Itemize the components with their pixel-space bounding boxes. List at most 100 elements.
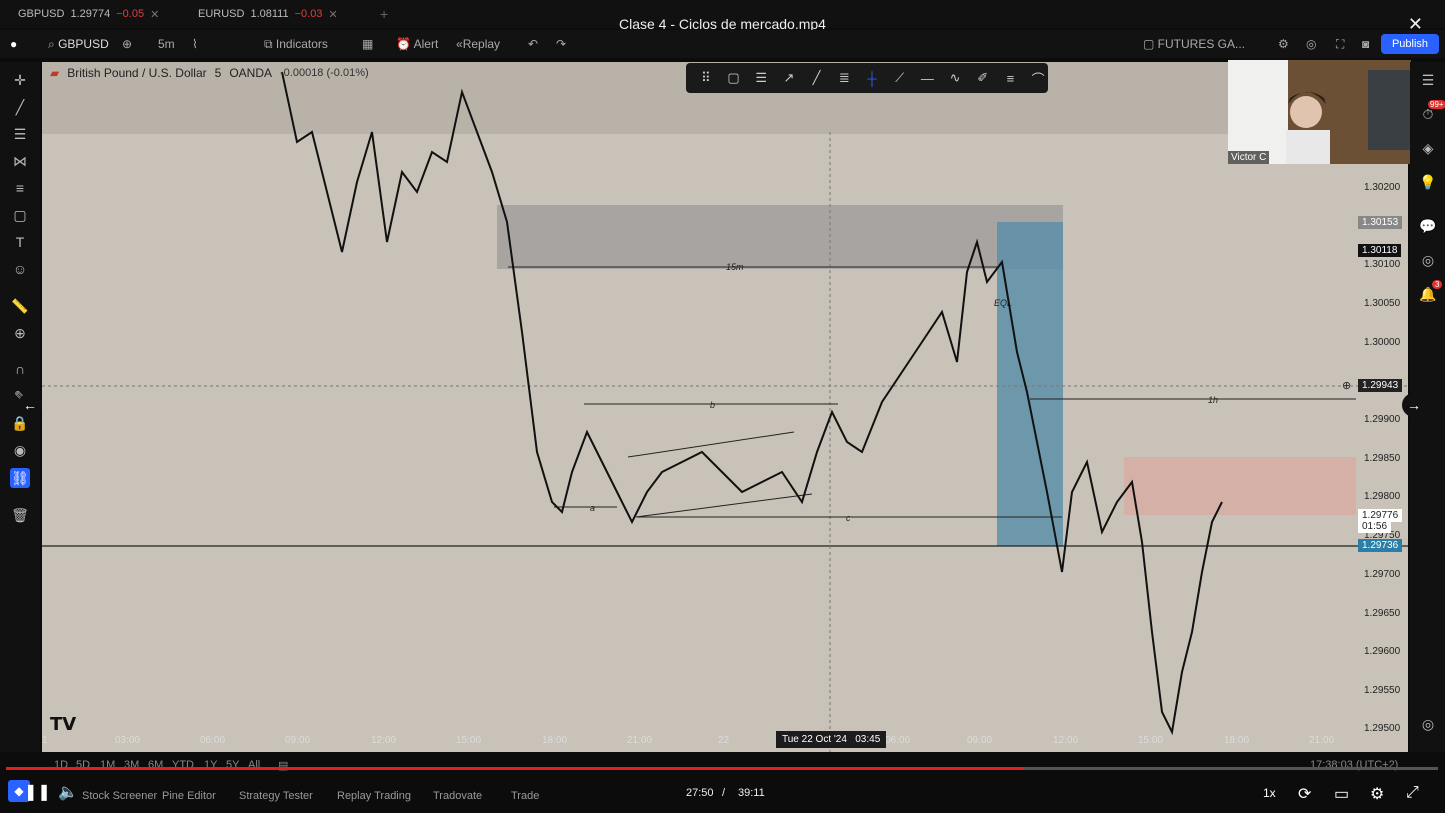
- calendar-icon[interactable]: ▤: [278, 759, 288, 772]
- video-progress-bar[interactable]: [6, 767, 1438, 770]
- alerts-icon[interactable]: ⏱: [1418, 106, 1438, 126]
- alert-label: Alert: [413, 37, 439, 51]
- loop-icon[interactable]: ⟳: [1298, 784, 1311, 804]
- webcam-image: [1228, 60, 1411, 164]
- tradingview-logo-icon: 𝗧𝗩: [50, 714, 77, 734]
- undo-icon[interactable]: ↶: [528, 37, 538, 51]
- app-window: GBPUSD 1.29774 −0.05 ✕ EURUSD 1.08111 −0…: [0, 0, 1445, 813]
- emoji-icon[interactable]: ☺: [10, 259, 30, 279]
- time-tick: 21:00: [1309, 735, 1335, 746]
- pink-zone: [1124, 457, 1356, 515]
- floating-drawing-toolbar: ⠿ ▢ ☰ ↗ ╱ ≣ ┼ ⟋ — ∿ ✐ ≡ ⌒: [686, 63, 1048, 93]
- brush-icon[interactable]: ✐: [973, 70, 993, 86]
- shapes-icon[interactable]: ▢: [10, 205, 30, 225]
- prediction-icon[interactable]: ≡: [10, 178, 30, 198]
- add-alert-icon[interactable]: ⊕: [1342, 379, 1351, 392]
- crosshair-icon[interactable]: ✛: [10, 70, 30, 90]
- replay-button[interactable]: «Replay: [456, 37, 500, 51]
- webcam-name: Victor C: [1228, 151, 1270, 164]
- drag-handle-icon[interactable]: ⠿: [696, 70, 716, 86]
- rect-icon[interactable]: ▢: [724, 70, 744, 86]
- crosshair-time-label: Tue 22 Oct '24 03:45: [776, 731, 887, 748]
- settings-icon[interactable]: ◎: [1306, 37, 1316, 51]
- bell-icon[interactable]: 🔔: [1418, 286, 1438, 306]
- lines-icon[interactable]: ☰: [751, 70, 771, 86]
- cross-icon[interactable]: ┼: [862, 71, 882, 86]
- fullscreen-icon[interactable]: ⤢: [1406, 784, 1419, 802]
- ray-icon[interactable]: ↗: [779, 70, 799, 86]
- legend-change: -0.00018 (-0.01%): [280, 67, 369, 79]
- time-tick: 15:00: [456, 735, 482, 746]
- line-icon[interactable]: ╱: [807, 70, 827, 86]
- layout-icon[interactable]: ▦: [362, 37, 373, 51]
- layers-icon[interactable]: ◈: [1418, 140, 1438, 160]
- trash-icon[interactable]: 🗑: [10, 505, 30, 525]
- time-tick: 12:00: [1053, 735, 1079, 746]
- pause-icon[interactable]: ❚❚: [24, 782, 51, 802]
- chart-legend: ▰ British Pound / U.S. Dollar 5 OANDA -0…: [50, 66, 369, 80]
- price-tick: 1.29900: [1364, 414, 1401, 425]
- price-tick: 1.29650: [1364, 608, 1401, 619]
- zoom-icon[interactable]: ⊕: [10, 323, 30, 343]
- next-arrow-icon[interactable]: →: [1402, 393, 1426, 417]
- fib-icon[interactable]: ☰: [10, 124, 30, 144]
- price-tick: 1.29550: [1364, 685, 1401, 696]
- fullscreen-icon[interactable]: ⛶: [1336, 37, 1344, 52]
- level-label: 15m: [726, 262, 744, 272]
- interval-button[interactable]: 5m: [158, 37, 175, 51]
- channel-icon[interactable]: ≣: [834, 70, 854, 86]
- text-icon[interactable]: T: [10, 232, 30, 252]
- watchlist-icon[interactable]: ☰: [1418, 72, 1438, 92]
- time-tick: 1: [42, 735, 48, 746]
- menu-icon[interactable]: ≡: [1001, 71, 1021, 86]
- pattern-icon[interactable]: ⋈: [10, 151, 30, 171]
- streams-icon[interactable]: ◎: [1418, 252, 1438, 272]
- price-chart[interactable]: 15m b a c 1h EQL ▰ British Pound / U.S. Dolla…: [42, 62, 1408, 752]
- alerts-badge: 3: [1432, 280, 1443, 289]
- indicators-button[interactable]: ⧉ Indicators: [264, 37, 328, 52]
- alert-button[interactable]: ⏰ Alert: [396, 37, 438, 51]
- layout-name[interactable]: ▢ FUTURES GA...: [1143, 37, 1245, 51]
- volume-icon[interactable]: 🔈: [58, 782, 78, 802]
- bottom-tab-stock-screener[interactable]: Stock Screener: [82, 790, 157, 802]
- avatar[interactable]: ●: [10, 37, 17, 51]
- curve-icon[interactable]: ⌒: [1028, 69, 1048, 88]
- redo-icon[interactable]: ↷: [556, 37, 566, 51]
- path-icon[interactable]: ⟋: [890, 70, 910, 86]
- supply-zone: [497, 205, 1063, 269]
- hline-icon[interactable]: —: [918, 71, 938, 86]
- bottom-tab-replay-trading[interactable]: Replay Trading: [337, 790, 411, 802]
- link-icon[interactable]: ⛓: [10, 468, 30, 488]
- publish-button[interactable]: Publish: [1381, 34, 1439, 54]
- prev-arrow-icon[interactable]: ←: [18, 393, 42, 417]
- screenshot-icon[interactable]: ⚙: [1278, 37, 1289, 51]
- ideas-icon[interactable]: 💡: [1418, 174, 1438, 194]
- bottom-tab-tradovate[interactable]: Tradovate: [433, 790, 482, 802]
- price-tag: 1.30153: [1358, 216, 1403, 229]
- layout-name-label: FUTURES GA...: [1157, 37, 1246, 51]
- video-player-bar: ◆ ❚❚ 🔈 Stock Screener Pine Editor Strate…: [0, 774, 1445, 813]
- add-symbol-icon[interactable]: ⊕: [122, 37, 132, 51]
- magnet-icon[interactable]: ∩: [10, 359, 30, 379]
- channel-top: [627, 431, 795, 458]
- chart-toolbar: ● ⌕ GBPUSD ⊕ 5m ⌇ ⧉ Indicators ▦ ⏰ Alert…: [0, 30, 1445, 58]
- camera-icon[interactable]: ◙: [1362, 37, 1369, 51]
- date-range-bar: 1D 5D 1M 3M 6M YTD 1Y 5Y All ▤ 17:38:03 …: [42, 758, 1408, 774]
- symbol-search[interactable]: ⌕ GBPUSD: [48, 37, 109, 52]
- chart-canvas[interactable]: 15mbac1hEQL: [42, 62, 1408, 752]
- trendline-icon[interactable]: ╱: [10, 97, 30, 117]
- wave-icon[interactable]: ∿: [945, 70, 965, 86]
- bottom-tab-trade[interactable]: Trade: [511, 790, 539, 802]
- bottom-tab-strategy-tester[interactable]: Strategy Tester: [239, 790, 313, 802]
- captions-icon[interactable]: ▭: [1334, 784, 1349, 804]
- price-tick: 1.29600: [1364, 646, 1401, 657]
- eye-icon[interactable]: ◉: [10, 440, 30, 460]
- countdown-tag: 01:56: [1358, 520, 1392, 533]
- chart-type-icon[interactable]: ⌇: [192, 37, 198, 51]
- settings-icon[interactable]: ⚙: [1370, 784, 1384, 804]
- ruler-icon[interactable]: 📏: [10, 296, 30, 316]
- bottom-tab-pine-editor[interactable]: Pine Editor: [162, 790, 216, 802]
- target-icon[interactable]: ◎: [1418, 716, 1438, 736]
- chat-icon[interactable]: 💬: [1418, 218, 1438, 238]
- speed-button[interactable]: 1x: [1263, 786, 1276, 800]
